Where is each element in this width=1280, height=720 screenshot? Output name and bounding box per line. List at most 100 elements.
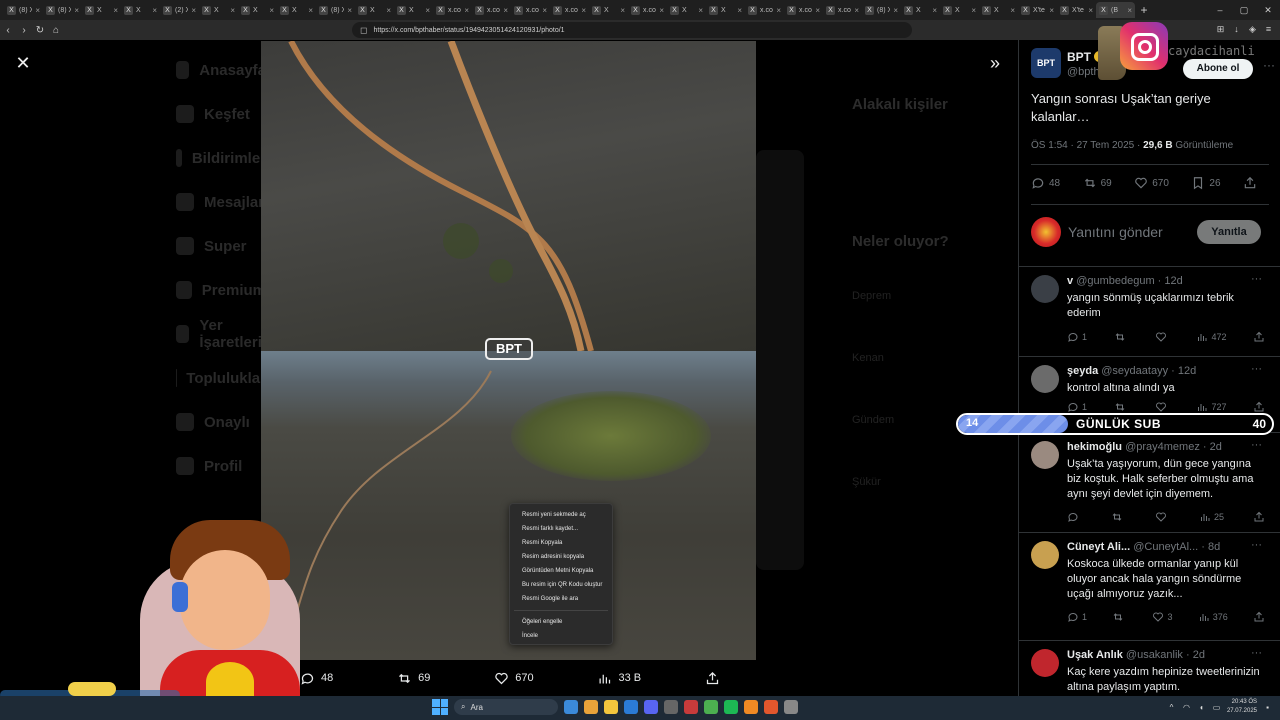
browser-tab[interactable]: X X × xyxy=(277,2,316,18)
like-action[interactable] xyxy=(1155,401,1170,413)
tab-close-icon[interactable]: × xyxy=(659,6,664,15)
browser-tab[interactable]: X X × xyxy=(82,2,121,18)
tab-close-icon[interactable]: × xyxy=(1088,6,1093,15)
reply-handle[interactable]: @CuneytAl... · 8d xyxy=(1133,541,1220,553)
volume-icon[interactable]: ◖ xyxy=(1197,703,1206,712)
tab-close-icon[interactable]: × xyxy=(737,6,742,15)
menu-icon[interactable]: ≡ xyxy=(1263,22,1274,36)
new-tab-icon[interactable]: + xyxy=(1135,3,1153,17)
maximize-icon[interactable]: ▢ xyxy=(1232,0,1256,20)
chevron-up-icon[interactable]: ^ xyxy=(1167,703,1176,712)
tab-close-icon[interactable]: × xyxy=(464,6,469,15)
tab-close-icon[interactable]: × xyxy=(698,6,703,15)
tab-close-icon[interactable]: × xyxy=(347,6,352,15)
stat-reposts[interactable]: 69 xyxy=(1083,176,1112,190)
browser-tab[interactable]: X (2) X × xyxy=(160,2,199,18)
app-icon[interactable] xyxy=(684,700,698,714)
browser-tab[interactable]: X X × xyxy=(940,2,979,18)
reply-author[interactable]: v xyxy=(1067,275,1073,287)
tab-close-icon[interactable]: × xyxy=(269,6,274,15)
shield-icon[interactable]: ◈ xyxy=(1247,22,1258,36)
forward-icon[interactable]: › xyxy=(16,25,32,36)
context-menu-item[interactable]: Resmi Kopyala xyxy=(510,536,612,550)
tab-close-icon[interactable]: × xyxy=(113,6,118,15)
reply-input[interactable]: Yanıtını gönder xyxy=(1068,224,1163,240)
repost-action[interactable] xyxy=(1112,611,1127,623)
reply-avatar[interactable] xyxy=(1031,365,1059,393)
more-options-icon[interactable]: ··· xyxy=(1251,647,1262,659)
tab-close-icon[interactable]: × xyxy=(503,6,508,15)
reply-author[interactable]: Cüneyt Ali... xyxy=(1067,541,1130,553)
tab-close-icon[interactable]: × xyxy=(425,6,430,15)
reply-button[interactable]: Yanıtla xyxy=(1197,220,1261,244)
repost-action[interactable] xyxy=(1111,511,1126,523)
tab-close-icon[interactable]: × xyxy=(932,6,937,15)
context-menu-item[interactable]: Resim adresini kopyala xyxy=(510,550,612,564)
downloads-icon[interactable]: ↓ xyxy=(1231,22,1242,36)
share-action[interactable] xyxy=(1253,611,1265,623)
back-icon[interactable]: ‹ xyxy=(0,25,16,36)
views-action[interactable]: 33 B xyxy=(597,671,641,686)
tab-close-icon[interactable]: × xyxy=(815,6,820,15)
share-action[interactable] xyxy=(1253,401,1265,413)
context-menu-item[interactable]: Görüntüden Metni Kopyala xyxy=(510,564,612,578)
url-field[interactable]: ◻ https://x.com/bpthaber/status/19494230… xyxy=(352,22,912,38)
like-action[interactable] xyxy=(1155,331,1170,343)
obs-icon[interactable] xyxy=(664,700,678,714)
network-icon[interactable]: ◠ xyxy=(1182,703,1191,712)
browser-tab[interactable]: X X × xyxy=(394,2,433,18)
reply-author[interactable]: Uşak Anlık xyxy=(1067,649,1123,661)
reply-avatar[interactable] xyxy=(1031,649,1059,677)
repost-action[interactable] xyxy=(1114,401,1129,413)
browser-tab[interactable]: Xx.com× xyxy=(550,2,589,18)
repost-action[interactable] xyxy=(1114,331,1129,343)
browser-tab[interactable]: Xx.com× xyxy=(472,2,511,18)
browser-tab[interactable]: X X × xyxy=(706,2,745,18)
collapse-panel-icon[interactable]: » xyxy=(984,52,1006,74)
chrome-icon[interactable] xyxy=(584,700,598,714)
close-photo-icon[interactable]: ✕ xyxy=(12,52,34,74)
tab-close-icon[interactable]: × xyxy=(581,6,586,15)
taskbar-search[interactable]: ⌕ Ara xyxy=(454,699,558,715)
reply-action[interactable]: 1 xyxy=(1067,611,1087,623)
taskbar-clock[interactable]: 20:43 ÖS 27.07.2025 xyxy=(1227,698,1257,716)
more-options-icon[interactable]: ··· xyxy=(1251,363,1262,375)
browser-tab[interactable]: X X'te × xyxy=(1018,2,1057,18)
views-action[interactable]: 25 xyxy=(1199,511,1224,523)
follow-button[interactable]: Abone ol xyxy=(1183,59,1253,79)
tab-close-icon[interactable]: × xyxy=(74,6,79,15)
tab-close-icon[interactable]: × xyxy=(191,6,196,15)
browser-tab[interactable]: X X'te × xyxy=(1057,2,1096,18)
app-icon[interactable] xyxy=(704,700,718,714)
reply-avatar[interactable] xyxy=(1031,441,1059,469)
like-action[interactable]: 670 xyxy=(494,671,534,686)
browser-tab[interactable]: X X × xyxy=(121,2,160,18)
browser-tab[interactable]: Xx.com× xyxy=(823,2,862,18)
more-options-icon[interactable]: ··· xyxy=(1251,539,1262,551)
views-action[interactable]: 727 xyxy=(1196,401,1227,413)
browser-tab[interactable]: X X × xyxy=(589,2,628,18)
reply-action[interactable]: 1 xyxy=(1067,331,1087,343)
file-explorer-icon[interactable] xyxy=(604,700,618,714)
browser-tab[interactable]: Xx.com× xyxy=(784,2,823,18)
brave-icon[interactable] xyxy=(764,700,778,714)
context-menu-item[interactable]: Öğeleri engelle xyxy=(510,615,612,629)
reply-author[interactable]: şeyda xyxy=(1067,365,1098,377)
tab-close-icon[interactable]: × xyxy=(152,6,157,15)
context-menu-item[interactable]: Bu resim için QR Kodu oluştur xyxy=(510,578,612,592)
share-action[interactable] xyxy=(1253,331,1265,343)
views-action[interactable]: 472 xyxy=(1196,331,1227,343)
more-options-icon[interactable]: ··· xyxy=(1251,439,1262,451)
browser-tab[interactable]: X X × xyxy=(979,2,1018,18)
browser-tab[interactable]: X X × xyxy=(901,2,940,18)
battery-icon[interactable]: ▭ xyxy=(1212,703,1221,712)
context-menu-item[interactable]: Resmi yeni sekmede aç xyxy=(510,508,612,522)
reply-avatar[interactable] xyxy=(1031,541,1059,569)
reply-tweet[interactable]: Cüneyt Ali... @CuneytAl... · 8d ··· Koskoc… xyxy=(1019,532,1280,640)
browser-tab[interactable]: X (8) X × xyxy=(4,2,43,18)
home-icon[interactable]: ⌂ xyxy=(48,25,64,36)
tab-close-icon[interactable]: × xyxy=(1049,6,1054,15)
close-window-icon[interactable]: ✕ xyxy=(1256,0,1280,20)
app-icon[interactable] xyxy=(784,700,798,714)
browser-tab[interactable]: X X × xyxy=(238,2,277,18)
